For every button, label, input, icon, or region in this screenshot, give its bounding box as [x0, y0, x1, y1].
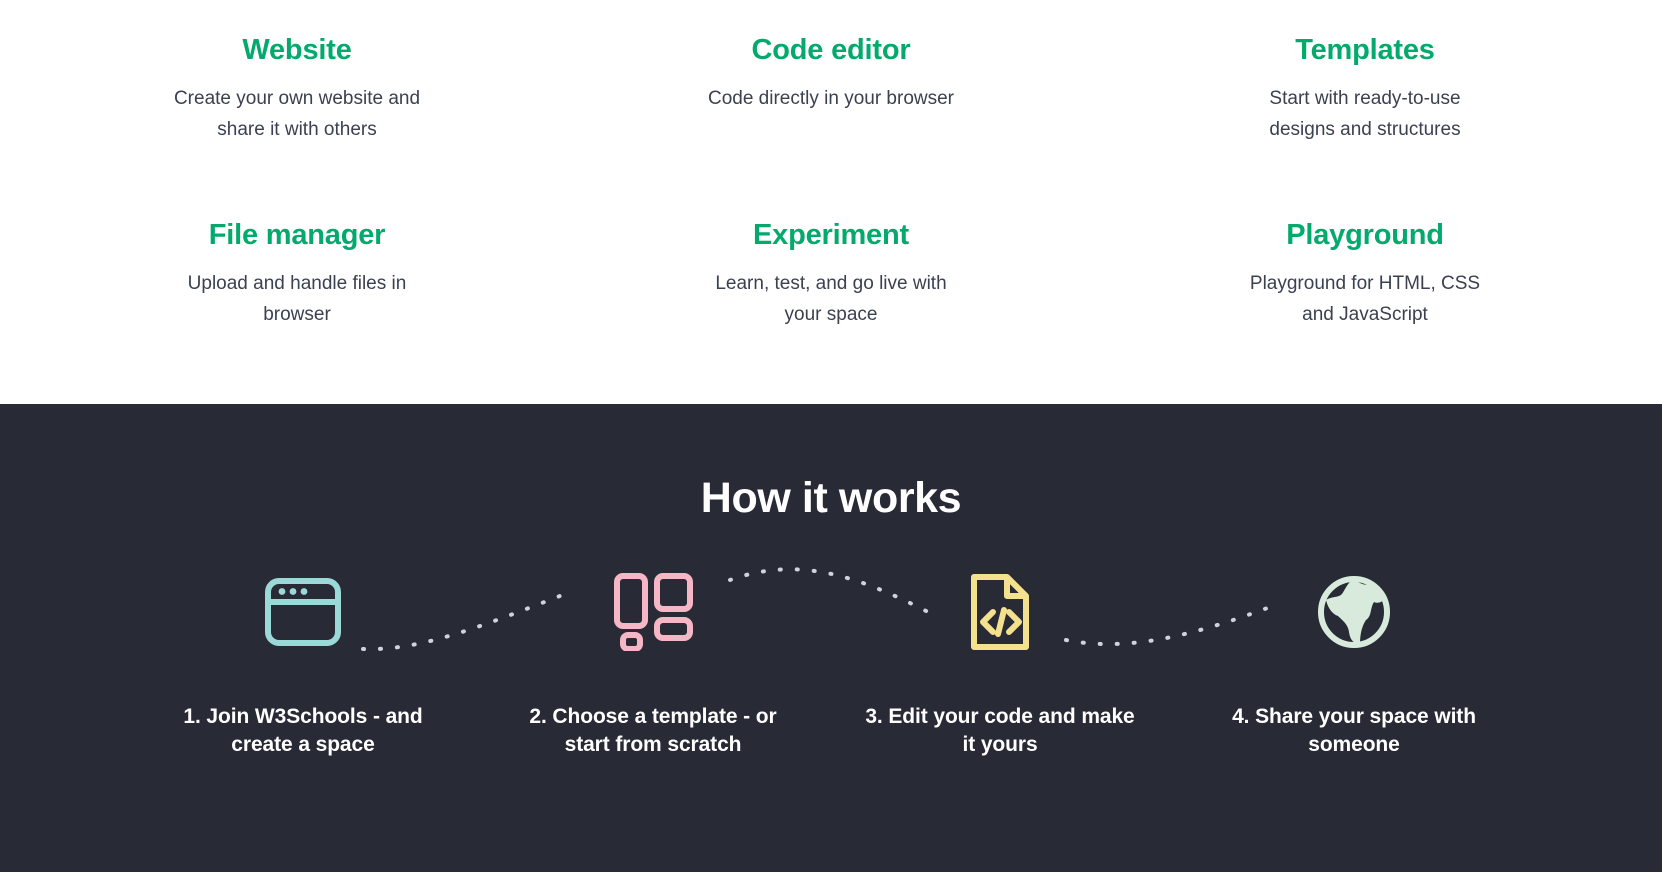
feature-description: Playground for HTML, CSS and JavaScript [1249, 273, 1481, 325]
step-label: 3. Edit your code and make it yours [865, 705, 1135, 757]
feature-title: Templates [1295, 34, 1435, 66]
step-4[interactable]: 4. Share your space with someone [1204, 567, 1504, 760]
feature-description: Code directly in your browser [707, 88, 955, 110]
feature-title: Code editor [751, 34, 911, 66]
how-it-works-section: How it works 1. Join W3Schools - and cre… [0, 404, 1662, 872]
feature-card-code-editor[interactable]: Code editor Code directly in your browse… [564, 22, 1098, 207]
feature-card-website[interactable]: Website Create your own website and shar… [30, 22, 564, 207]
feature-card-templates[interactable]: Templates Start with ready-to-use design… [1098, 22, 1632, 207]
layout-template-icon [613, 567, 693, 657]
feature-description: Create your own website and share it wit… [173, 88, 421, 140]
feature-card-experiment[interactable]: Experiment Learn, test, and go live with… [564, 207, 1098, 392]
step-3[interactable]: 3. Edit your code and make it yours [850, 567, 1150, 760]
feature-description: Upload and handle files in browser [187, 273, 407, 325]
step-1[interactable]: 1. Join W3Schools - and create a space [153, 567, 453, 760]
feature-description: Start with ready-to-use designs and stru… [1269, 88, 1461, 140]
feature-grid: Website Create your own website and shar… [0, 22, 1662, 392]
feature-title: Playground [1286, 219, 1444, 251]
step-label: 2. Choose a template - or start from scr… [529, 705, 777, 757]
steps-row: 1. Join W3Schools - and create a space 2… [0, 567, 1662, 847]
feature-card-file-manager[interactable]: File manager Upload and handle files in … [30, 207, 564, 392]
step-label: 4. Share your space with someone [1232, 705, 1476, 757]
section-heading: How it works [700, 474, 962, 522]
code-file-icon [969, 567, 1031, 657]
feature-title: File manager [208, 219, 386, 251]
feature-title: Experiment [753, 219, 909, 251]
step-label: 1. Join W3Schools - and create a space [183, 705, 423, 757]
features-section: Website Create your own website and shar… [0, 0, 1662, 404]
globe-icon [1316, 567, 1392, 657]
step-2[interactable]: 2. Choose a template - or start from scr… [503, 567, 803, 760]
feature-title: Website [242, 34, 352, 66]
feature-description: Learn, test, and go live with your space [715, 273, 947, 325]
browser-window-icon [265, 567, 341, 657]
feature-card-playground[interactable]: Playground Playground for HTML, CSS and … [1098, 207, 1632, 392]
